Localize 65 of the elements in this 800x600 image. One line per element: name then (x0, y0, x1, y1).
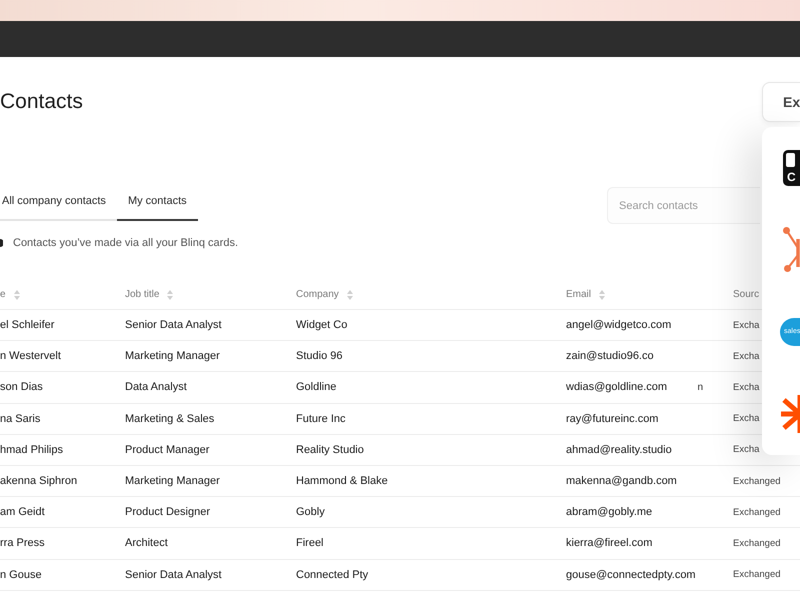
table-cell: rra Press (0, 537, 45, 550)
column-header[interactable]: Company (296, 289, 339, 300)
table-cell: na Saris (0, 412, 40, 425)
nodes-icon[interactable] (783, 227, 800, 273)
column-header[interactable]: e (0, 289, 6, 300)
table-cell: Exchanged (733, 569, 781, 580)
table-cell: Exchanged (733, 538, 781, 549)
table-cell: Exchanged (733, 506, 781, 518)
table-cell: Senior Data Analyst (125, 568, 222, 581)
asterisk-icon[interactable] (781, 395, 800, 433)
table-cell: son Dias (0, 381, 43, 394)
table-cell: abram@gobly.me (566, 506, 652, 518)
table-cell: am Geidt (0, 506, 45, 518)
table-cell: Gobly (296, 506, 325, 518)
table-cell: ahmad@reality.studio (566, 444, 672, 456)
table-cell: zain@studio96.co (566, 350, 654, 362)
logo-tile[interactable]: C (783, 150, 800, 186)
text-fragment: n (697, 382, 703, 393)
table-cell: Hammond & Blake (296, 475, 388, 488)
sort-icon[interactable] (346, 290, 353, 300)
logo-letter: C (787, 170, 796, 184)
tab[interactable]: My contacts (116, 187, 198, 221)
table-cell: wdias@goldline.com (566, 381, 668, 394)
table-cell: Reality Studio (296, 444, 364, 456)
column-header[interactable]: Sourc (733, 289, 760, 300)
search-field[interactable]: Search contacts (607, 187, 760, 224)
sort-icon[interactable] (167, 290, 174, 300)
table-cell: Excha (733, 382, 760, 393)
table-cell: Product Designer (125, 506, 210, 518)
table-cell: angel@widgetco.com (566, 319, 672, 332)
table-cell: Marketing Manager (125, 475, 220, 488)
table-cell: Marketing & Sales (125, 412, 214, 425)
table-cell: Architect (125, 537, 168, 550)
table-cell: Excha (733, 444, 760, 456)
page-title: Contacts (0, 89, 83, 115)
sort-icon[interactable] (599, 290, 606, 300)
column-header[interactable]: Email (566, 289, 592, 300)
table-cell: akenna Siphron (0, 475, 78, 488)
table-cell: Studio 96 (296, 350, 342, 362)
table-cell: Marketing Manager (125, 350, 220, 362)
table-cell: Excha (733, 320, 760, 331)
table-cell: Product Manager (125, 444, 210, 456)
tab[interactable]: All company contacts (0, 187, 117, 221)
table-cell: Data Analyst (125, 381, 187, 394)
table-cell: ray@futureinc.com (566, 412, 658, 425)
table-cell: Fireel (296, 537, 324, 550)
table-cell: Connected Pty (296, 568, 368, 581)
table-cell: n Westervelt (0, 350, 61, 362)
table-cell: gouse@connectedpty.com (566, 568, 696, 581)
sort-icon[interactable] (14, 290, 20, 300)
table-cell: n Gouse (0, 568, 42, 581)
export-button[interactable]: Ex (762, 82, 800, 122)
table-cell: Excha (733, 350, 760, 362)
table-cell: Future Inc (296, 412, 346, 425)
table-cell: Goldline (296, 381, 336, 394)
column-header[interactable]: Job title (125, 289, 160, 300)
table-cell: Senior Data Analyst (125, 319, 222, 332)
table-cell: Exchanged (733, 476, 781, 487)
info-text: Contacts you’ve made via all your Blinq cards. (13, 237, 238, 249)
table-cell: kierra@fireel.com (566, 537, 652, 550)
table-cell: Excha (733, 413, 760, 424)
table-cell: hmad Philips (0, 444, 63, 456)
table-cell: makenna@gandb.com (566, 475, 677, 488)
table-cell: el Schleifer (0, 319, 54, 332)
table-cell: Widget Co (296, 319, 348, 332)
